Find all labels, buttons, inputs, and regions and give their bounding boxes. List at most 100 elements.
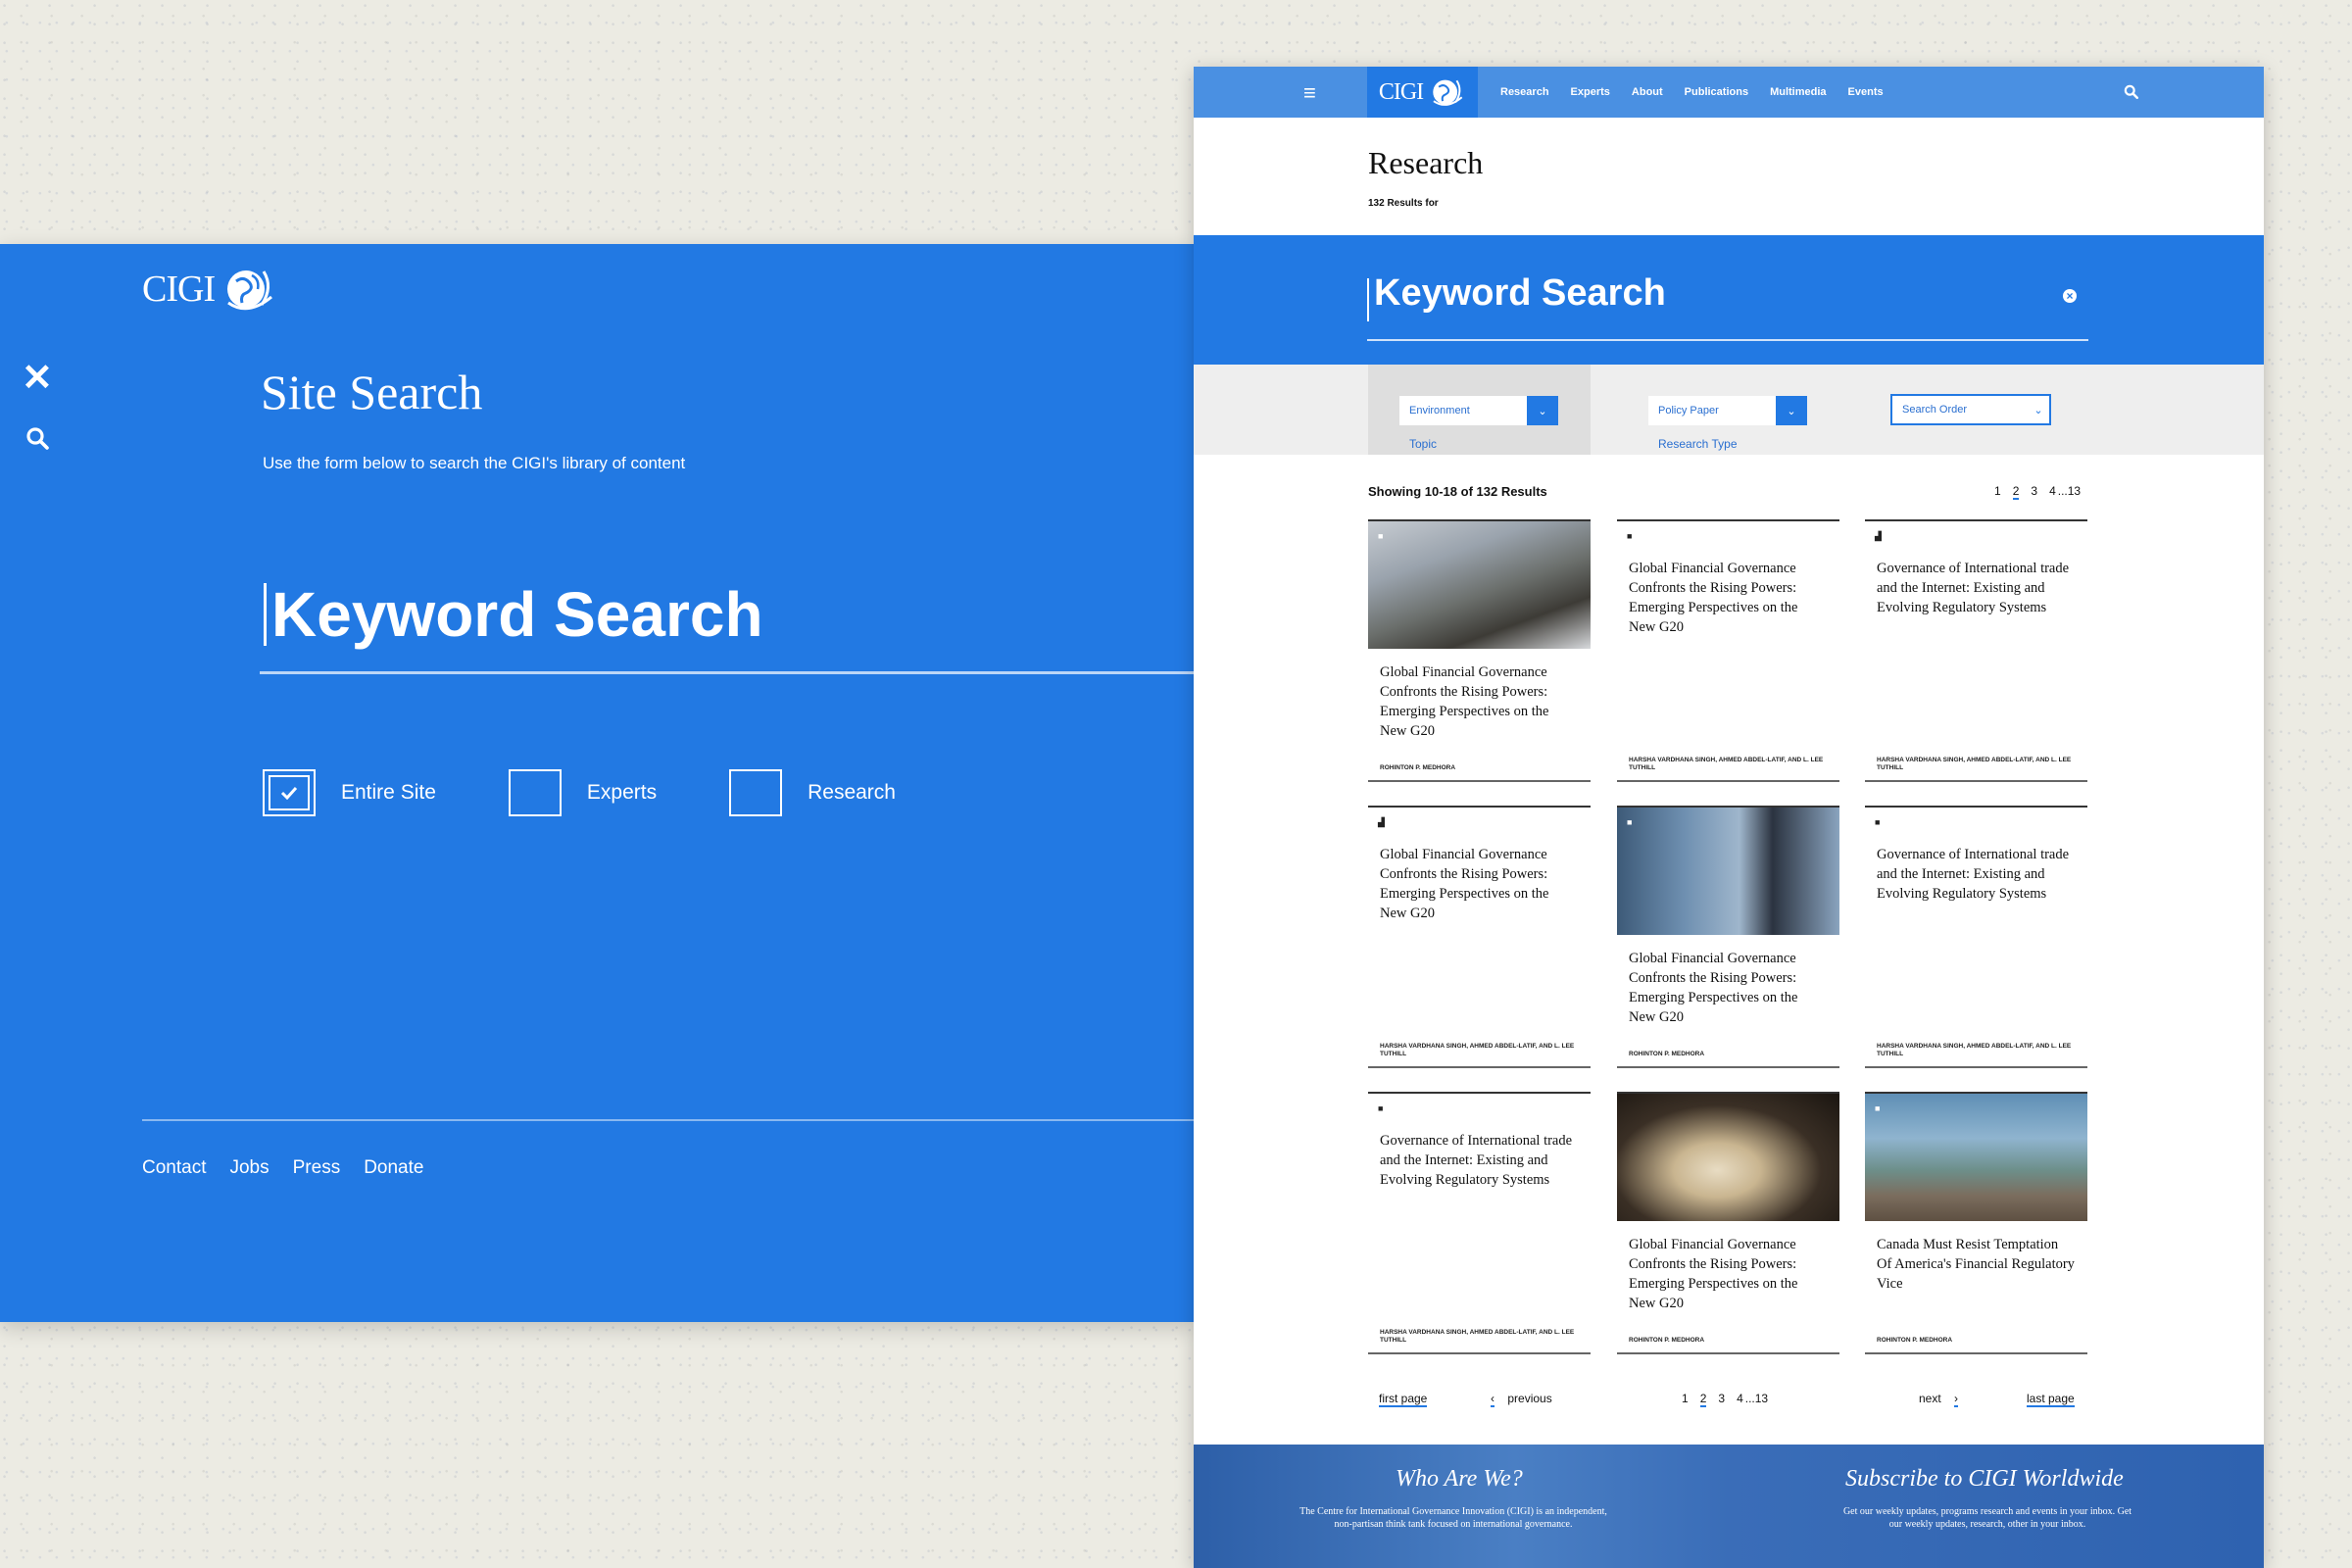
close-icon[interactable]: ✕	[22, 360, 53, 397]
card-title[interactable]: Global Financial Governance Confronts th…	[1368, 845, 1591, 923]
hamburger-menu-icon[interactable]: ≡	[1303, 80, 1316, 106]
chart-icon: ▟	[1378, 817, 1385, 827]
result-card[interactable]: ■ Canada Must Resist Temptation Of Ameri…	[1865, 1092, 2087, 1354]
page-link[interactable]: 1	[1994, 484, 2001, 500]
chart-icon: ▟	[1875, 531, 1882, 541]
site-search-title: Site Search	[261, 365, 483, 419]
result-card[interactable]: Global Financial Governance Confronts th…	[1617, 1092, 1839, 1354]
next-label: next	[1919, 1392, 1941, 1405]
next-link[interactable]: next ›	[1919, 1392, 1959, 1407]
nav-link-events[interactable]: Events	[1848, 86, 1884, 98]
card-author: Harsha Vardhana Singh, Ahmed Abdel-Latif…	[1380, 1043, 1575, 1057]
card-image: ■	[1617, 808, 1839, 935]
page-link[interactable]: 4	[2049, 484, 2056, 500]
topic-label: Topic	[1409, 437, 1438, 451]
logo-text: CIGI	[142, 269, 216, 310]
site-search-subtitle: Use the form below to search the CIGI's …	[263, 454, 686, 472]
checkbox-experts[interactable]: Experts	[508, 769, 658, 816]
previous-label: previous	[1507, 1392, 1552, 1405]
footer-link-jobs[interactable]: Jobs	[229, 1157, 269, 1179]
nav-links: Research Experts About Publications Mult…	[1500, 67, 1884, 118]
card-title[interactable]: Global Financial Governance Confronts th…	[1617, 1235, 1839, 1313]
page-link[interactable]: ...13	[1745, 1392, 1768, 1407]
overlay-footer-links: Contact Jobs Press Donate	[142, 1157, 423, 1179]
page-link[interactable]: ...13	[2058, 484, 2081, 500]
result-card[interactable]: ▟ Governance of International trade and …	[1865, 519, 2087, 782]
checkbox-box[interactable]	[263, 769, 316, 816]
keyword-search-value: Keyword Search	[271, 579, 763, 650]
result-card[interactable]: ▟ Global Financial Governance Confronts …	[1368, 806, 1591, 1068]
topic-select[interactable]: Environment ⌄	[1399, 396, 1558, 425]
nav-link-research[interactable]: Research	[1500, 86, 1549, 98]
globe-icon	[1433, 79, 1463, 106]
nav-search-icon[interactable]	[2124, 84, 2138, 104]
checkbox-research[interactable]: Research	[729, 769, 896, 816]
text-caret	[1367, 278, 1369, 321]
page-link[interactable]: 1	[1682, 1392, 1689, 1407]
card-image: ■	[1865, 1094, 2087, 1221]
chevron-down-icon: ⌄	[1527, 396, 1558, 425]
search-order-select[interactable]: Search Order ⌄	[1890, 394, 2051, 425]
last-page-link[interactable]: last page	[2027, 1392, 2075, 1407]
page-link-current[interactable]: 2	[1699, 1392, 1707, 1407]
keyword-search-input[interactable]: Keyword Search	[260, 577, 1194, 674]
nav-link-experts[interactable]: Experts	[1571, 86, 1610, 98]
chevron-right-icon: ›	[1954, 1392, 1959, 1407]
checkbox-entire-site[interactable]: Entire Site	[263, 769, 436, 816]
research-page: ≡ CIGI Research Experts About Publicatio…	[1194, 67, 2264, 1568]
video-icon: ■	[1875, 1103, 1881, 1113]
footer-divider	[142, 1119, 1194, 1121]
checkbox-label: Experts	[586, 781, 658, 804]
page-link[interactable]: 4	[1737, 1392, 1743, 1407]
card-title[interactable]: Global Financial Governance Confronts th…	[1368, 662, 1591, 741]
search-underline	[1367, 339, 2088, 341]
previous-link[interactable]: ‹ previous	[1491, 1392, 1552, 1407]
search-icon[interactable]	[25, 426, 49, 455]
nav-link-publications[interactable]: Publications	[1685, 86, 1748, 98]
footer-link-press[interactable]: Press	[293, 1157, 341, 1179]
nav-logo[interactable]: CIGI	[1367, 67, 1478, 118]
result-card[interactable]: ■ Governance of International trade and …	[1865, 806, 2087, 1068]
keyword-search-input[interactable]: Keyword Search	[1374, 272, 1666, 315]
card-title[interactable]: Governance of International trade and th…	[1865, 845, 2087, 904]
checkbox-box[interactable]	[508, 769, 562, 816]
nav-link-about[interactable]: About	[1632, 86, 1663, 98]
site-search-overlay: CIGI ✕ Site Search Use the form below to…	[0, 244, 1194, 1322]
card-title[interactable]: Governance of International trade and th…	[1368, 1131, 1591, 1190]
research-type-select[interactable]: Policy Paper ⌄	[1648, 396, 1807, 425]
checkbox-box[interactable]	[729, 769, 783, 816]
card-author: Rohinton P. Medhora	[1380, 764, 1456, 771]
page-link[interactable]: 3	[1718, 1392, 1725, 1407]
cigi-logo[interactable]: CIGI	[142, 264, 277, 315]
keyword-search-band: Keyword Search ×	[1194, 235, 2264, 365]
page-link[interactable]: 3	[2031, 484, 2037, 500]
footer-link-contact[interactable]: Contact	[142, 1157, 206, 1179]
card-title[interactable]: Global Financial Governance Confronts th…	[1617, 949, 1839, 1027]
page-link-current[interactable]: 2	[2012, 484, 2020, 500]
card-author: Rohinton P. Medhora	[1629, 1337, 1705, 1344]
video-icon: ■	[1627, 531, 1633, 541]
subscribe-title[interactable]: Subscribe to CIGI Worldwide	[1845, 1466, 2124, 1493]
card-author: Harsha Vardhana Singh, Ahmed Abdel-Latif…	[1877, 1043, 2072, 1057]
result-card[interactable]: ■ Global Financial Governance Confronts …	[1368, 519, 1591, 782]
result-card[interactable]: ■ Global Financial Governance Confronts …	[1617, 806, 1839, 1068]
card-title[interactable]: Governance of International trade and th…	[1865, 559, 2087, 617]
card-author: Harsha Vardhana Singh, Ahmed Abdel-Latif…	[1380, 1329, 1575, 1344]
search-order-value: Search Order	[1902, 404, 1968, 416]
first-page-link[interactable]: first page	[1379, 1392, 1428, 1407]
chevron-down-icon: ⌄	[2034, 404, 2043, 416]
page-footer: Who Are We? The Centre for International…	[1194, 1445, 2264, 1568]
card-author: Rohinton P. Medhora	[1629, 1051, 1705, 1057]
video-icon: ■	[1378, 1103, 1384, 1113]
card-title[interactable]: Global Financial Governance Confronts th…	[1617, 559, 1839, 637]
nav-link-multimedia[interactable]: Multimedia	[1770, 86, 1826, 98]
chevron-left-icon: ‹	[1491, 1392, 1494, 1407]
topic-select-value: Environment	[1409, 405, 1470, 416]
card-title[interactable]: Canada Must Resist Temptation Of America…	[1865, 1235, 2087, 1294]
clear-icon[interactable]: ×	[2063, 289, 2077, 303]
result-card[interactable]: ■ Global Financial Governance Confronts …	[1617, 519, 1839, 782]
footer-link-donate[interactable]: Donate	[364, 1157, 423, 1179]
research-type-value: Policy Paper	[1658, 405, 1719, 416]
result-card[interactable]: ■ Governance of International trade and …	[1368, 1092, 1591, 1354]
card-image	[1617, 1094, 1839, 1221]
